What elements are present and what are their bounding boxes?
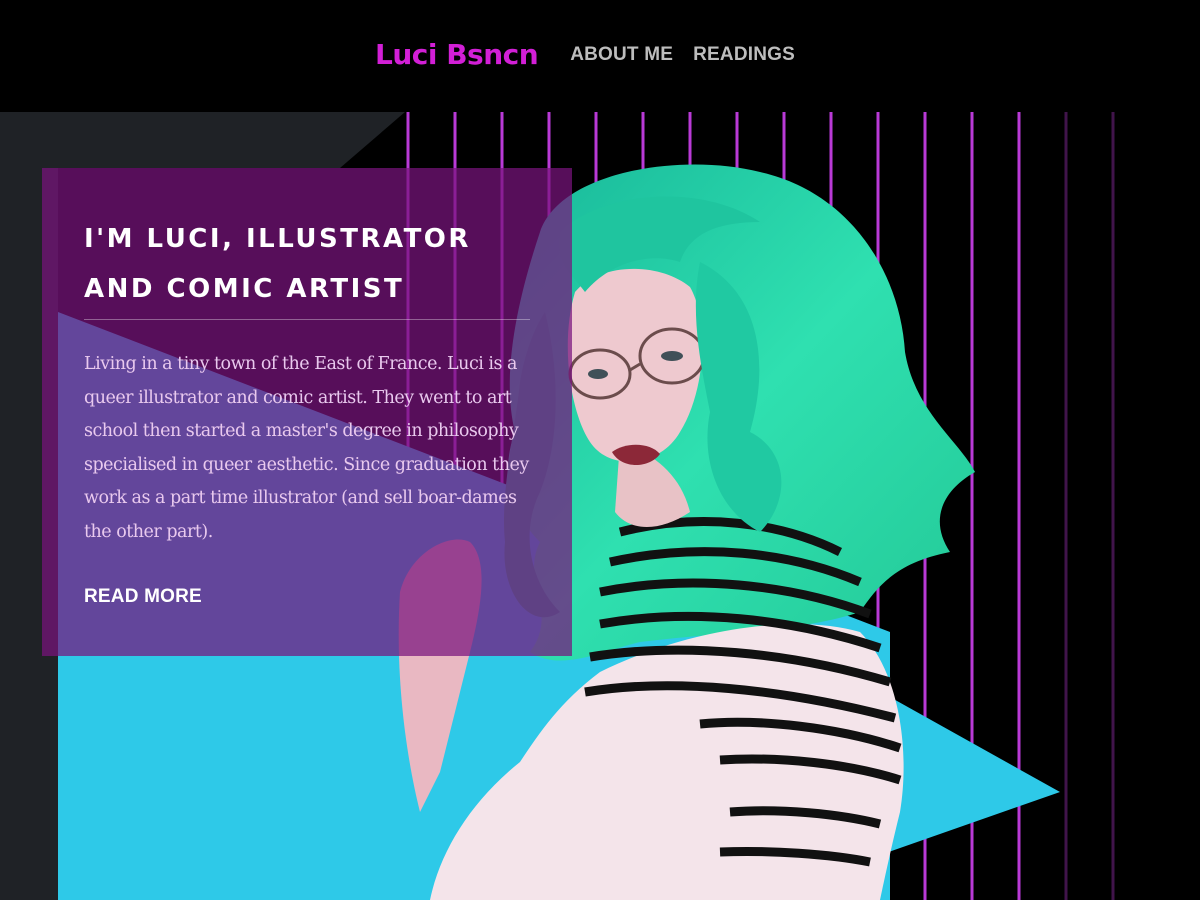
hero-description: Living in a tiny town of the East of Fra… <box>84 354 529 542</box>
site-header: Luci Bsncn ABOUT ME READINGS <box>0 0 1200 112</box>
main-nav: Luci Bsncn ABOUT ME READINGS <box>0 38 1200 71</box>
hero-title: I'M LUCI, ILLUSTRATOR AND COMIC ARTIST <box>84 224 471 304</box>
site-brand-link[interactable]: Luci Bsncn <box>375 38 539 71</box>
nav-link-readings[interactable]: READINGS <box>693 44 795 66</box>
nav-link-about-me[interactable]: ABOUT ME <box>570 44 673 66</box>
intro-panel: I'M LUCI, ILLUSTRATOR AND COMIC ARTIST L… <box>42 168 572 656</box>
slate-shape-top <box>0 112 405 168</box>
read-more-link[interactable]: READ MORE <box>84 586 202 608</box>
title-divider <box>84 319 530 320</box>
